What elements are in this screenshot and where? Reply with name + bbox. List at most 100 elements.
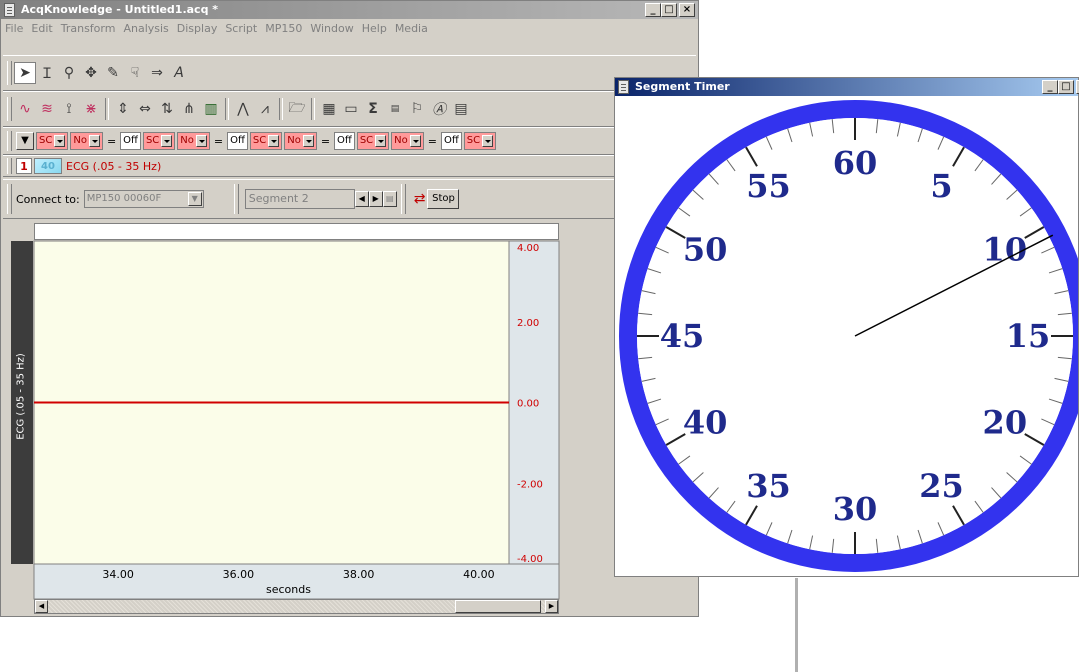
- segment-field[interactable]: Segment 2: [244, 189, 355, 209]
- chevron-down-icon[interactable]: [54, 135, 66, 147]
- peak-icon[interactable]: ⋀: [232, 98, 254, 120]
- chevron-down-icon[interactable]: [88, 135, 100, 147]
- calc-option-2[interactable]: No: [177, 132, 210, 150]
- calc-option-4[interactable]: No: [391, 132, 424, 150]
- overlap-icon[interactable]: ≋: [36, 98, 58, 120]
- horizontal-scale-icon[interactable]: ⇔: [134, 98, 156, 120]
- dial-number: 15: [1006, 317, 1051, 355]
- toolbar-separator: [105, 98, 109, 120]
- menu-script[interactable]: Script: [225, 21, 257, 37]
- calc-option-3[interactable]: No: [284, 132, 317, 150]
- display-toolbar-grip[interactable]: [7, 97, 12, 121]
- annotation-tool-icon[interactable]: A: [168, 62, 190, 84]
- chevron-down-icon[interactable]: [482, 135, 494, 147]
- timer-window-controls: _ □ ×: [1042, 80, 1079, 94]
- menu-file[interactable]: File: [5, 21, 23, 37]
- channel-name: ECG (.05 - 35 Hz): [66, 159, 162, 173]
- segment-list-icon[interactable]: ▤: [382, 191, 397, 207]
- autoscale-icon[interactable]: ⇕: [112, 98, 134, 120]
- calc-source-1[interactable]: SC: [36, 132, 69, 150]
- main-titlebar[interactable]: AcqKnowledge - Untitled1.acq * _ □ ×: [1, 1, 698, 19]
- report-icon[interactable]: ▤: [450, 98, 472, 120]
- connect-toolbar-grip[interactable]: [7, 184, 12, 214]
- journal-icon[interactable]: ▤: [384, 98, 406, 120]
- connect-select[interactable]: MP150 00060F ▼: [83, 190, 204, 208]
- xy-plot-icon[interactable]: ⟟: [58, 98, 80, 120]
- y-tick-label: 4.00: [517, 243, 539, 254]
- scroll-left-icon[interactable]: ◀: [35, 600, 48, 613]
- sum-icon[interactable]: Σ: [362, 98, 384, 120]
- calc-option-1[interactable]: No: [70, 132, 103, 150]
- chevron-down-icon[interactable]: [161, 135, 173, 147]
- waveform-icon[interactable]: ∿: [14, 98, 36, 120]
- chevron-down-icon[interactable]: ▼: [187, 192, 202, 206]
- overlap-segments-icon[interactable]: ⋔: [178, 98, 200, 120]
- stop-button[interactable]: Stop: [427, 189, 460, 209]
- timer-titlebar[interactable]: Segment Timer _ □ ×: [615, 78, 1079, 96]
- text-box-icon[interactable]: Ⓐ: [428, 98, 450, 120]
- close-icon[interactable]: ×: [679, 3, 695, 17]
- ibeam-tool-icon[interactable]: Ｉ: [36, 62, 58, 84]
- chevron-down-icon[interactable]: [302, 135, 314, 147]
- calc-dropdown-icon[interactable]: ▼: [16, 132, 34, 150]
- arrow-right-tool-icon[interactable]: ⇒: [146, 62, 168, 84]
- calc-value-3[interactable]: Off: [334, 132, 355, 150]
- calc-value-2[interactable]: Off: [227, 132, 248, 150]
- chevron-down-icon[interactable]: [268, 135, 280, 147]
- menu-analysis[interactable]: Analysis: [123, 21, 168, 37]
- equals-sign: =: [320, 134, 331, 148]
- pencil-tool-icon[interactable]: ✎: [102, 62, 124, 84]
- calc-value-1[interactable]: Off: [120, 132, 141, 150]
- segment-prev-icon[interactable]: ◀: [354, 191, 369, 207]
- bar-chart-icon[interactable]: ▥: [200, 98, 222, 120]
- menu-help[interactable]: Help: [362, 21, 387, 37]
- calc-source-3[interactable]: SC: [249, 132, 283, 150]
- calc-value-4[interactable]: Off: [440, 132, 462, 150]
- scroll-right-icon[interactable]: ▶: [545, 600, 558, 613]
- multi-peak-icon[interactable]: ⩘: [254, 98, 276, 120]
- calc-source-2[interactable]: SC: [142, 132, 176, 150]
- x-tick-label: 38.00: [343, 568, 375, 581]
- y-tick-label: -4.00: [517, 554, 543, 565]
- ruler-icon[interactable]: ▭: [340, 98, 362, 120]
- event-flag-icon[interactable]: ⚐: [406, 98, 428, 120]
- menu-mp150[interactable]: MP150: [265, 21, 302, 37]
- toolbar-grip[interactable]: [7, 61, 12, 85]
- hand-tool-icon[interactable]: ☟: [124, 62, 146, 84]
- calc-toolbar-grip[interactable]: [7, 131, 12, 151]
- start-toolbar-grip[interactable]: [400, 184, 406, 214]
- open-folder-icon[interactable]: 🗁: [286, 98, 308, 120]
- segment-toolbar-grip[interactable]: [233, 184, 239, 214]
- scroll-thumb[interactable]: [455, 600, 541, 613]
- grid-icon[interactable]: ▦: [318, 98, 340, 120]
- menu-display[interactable]: Display: [177, 21, 218, 37]
- chevron-down-icon[interactable]: [195, 135, 207, 147]
- main-window: AcqKnowledge - Untitled1.acq * _ □ × Fil…: [0, 0, 699, 617]
- segment-next-icon[interactable]: ▶: [368, 191, 383, 207]
- minimize-icon[interactable]: _: [645, 3, 661, 17]
- menu-transform[interactable]: Transform: [61, 21, 116, 37]
- dial-number: 25: [919, 467, 964, 505]
- vertical-scale-icon[interactable]: ⇅: [156, 98, 178, 120]
- zoom-tool-icon[interactable]: ⚲: [58, 62, 80, 84]
- channel-badge[interactable]: 40: [34, 158, 62, 174]
- horizontal-scrollbar[interactable]: ◀ ▶: [34, 599, 559, 614]
- main-window-title: AcqKnowledge - Untitled1.acq *: [21, 3, 219, 16]
- menu-window[interactable]: Window: [310, 21, 353, 37]
- channel-number-button[interactable]: 1: [16, 158, 32, 174]
- maximize-icon[interactable]: □: [661, 3, 677, 17]
- calc-source-4[interactable]: SC: [356, 132, 390, 150]
- maximize-icon[interactable]: □: [1058, 80, 1074, 94]
- chevron-down-icon[interactable]: [409, 135, 421, 147]
- arrow-tool-icon[interactable]: ➤: [14, 62, 36, 84]
- menu-media[interactable]: Media: [395, 21, 428, 37]
- menu-edit[interactable]: Edit: [31, 21, 52, 37]
- calc-source-5[interactable]: SC: [463, 132, 497, 150]
- ecg-chart[interactable]: 4.00 2.00 0.00 -2.00 -4.00 34.00 36.00 38.00 40.…: [11, 221, 561, 616]
- swap-icon[interactable]: ⇄: [414, 191, 426, 207]
- channel-toolbar-grip[interactable]: [7, 158, 12, 174]
- crosshair-tool-icon[interactable]: ✥: [80, 62, 102, 84]
- chevron-down-icon[interactable]: [375, 135, 387, 147]
- histogram-icon[interactable]: ⋇: [80, 98, 102, 120]
- minimize-icon[interactable]: _: [1042, 80, 1058, 94]
